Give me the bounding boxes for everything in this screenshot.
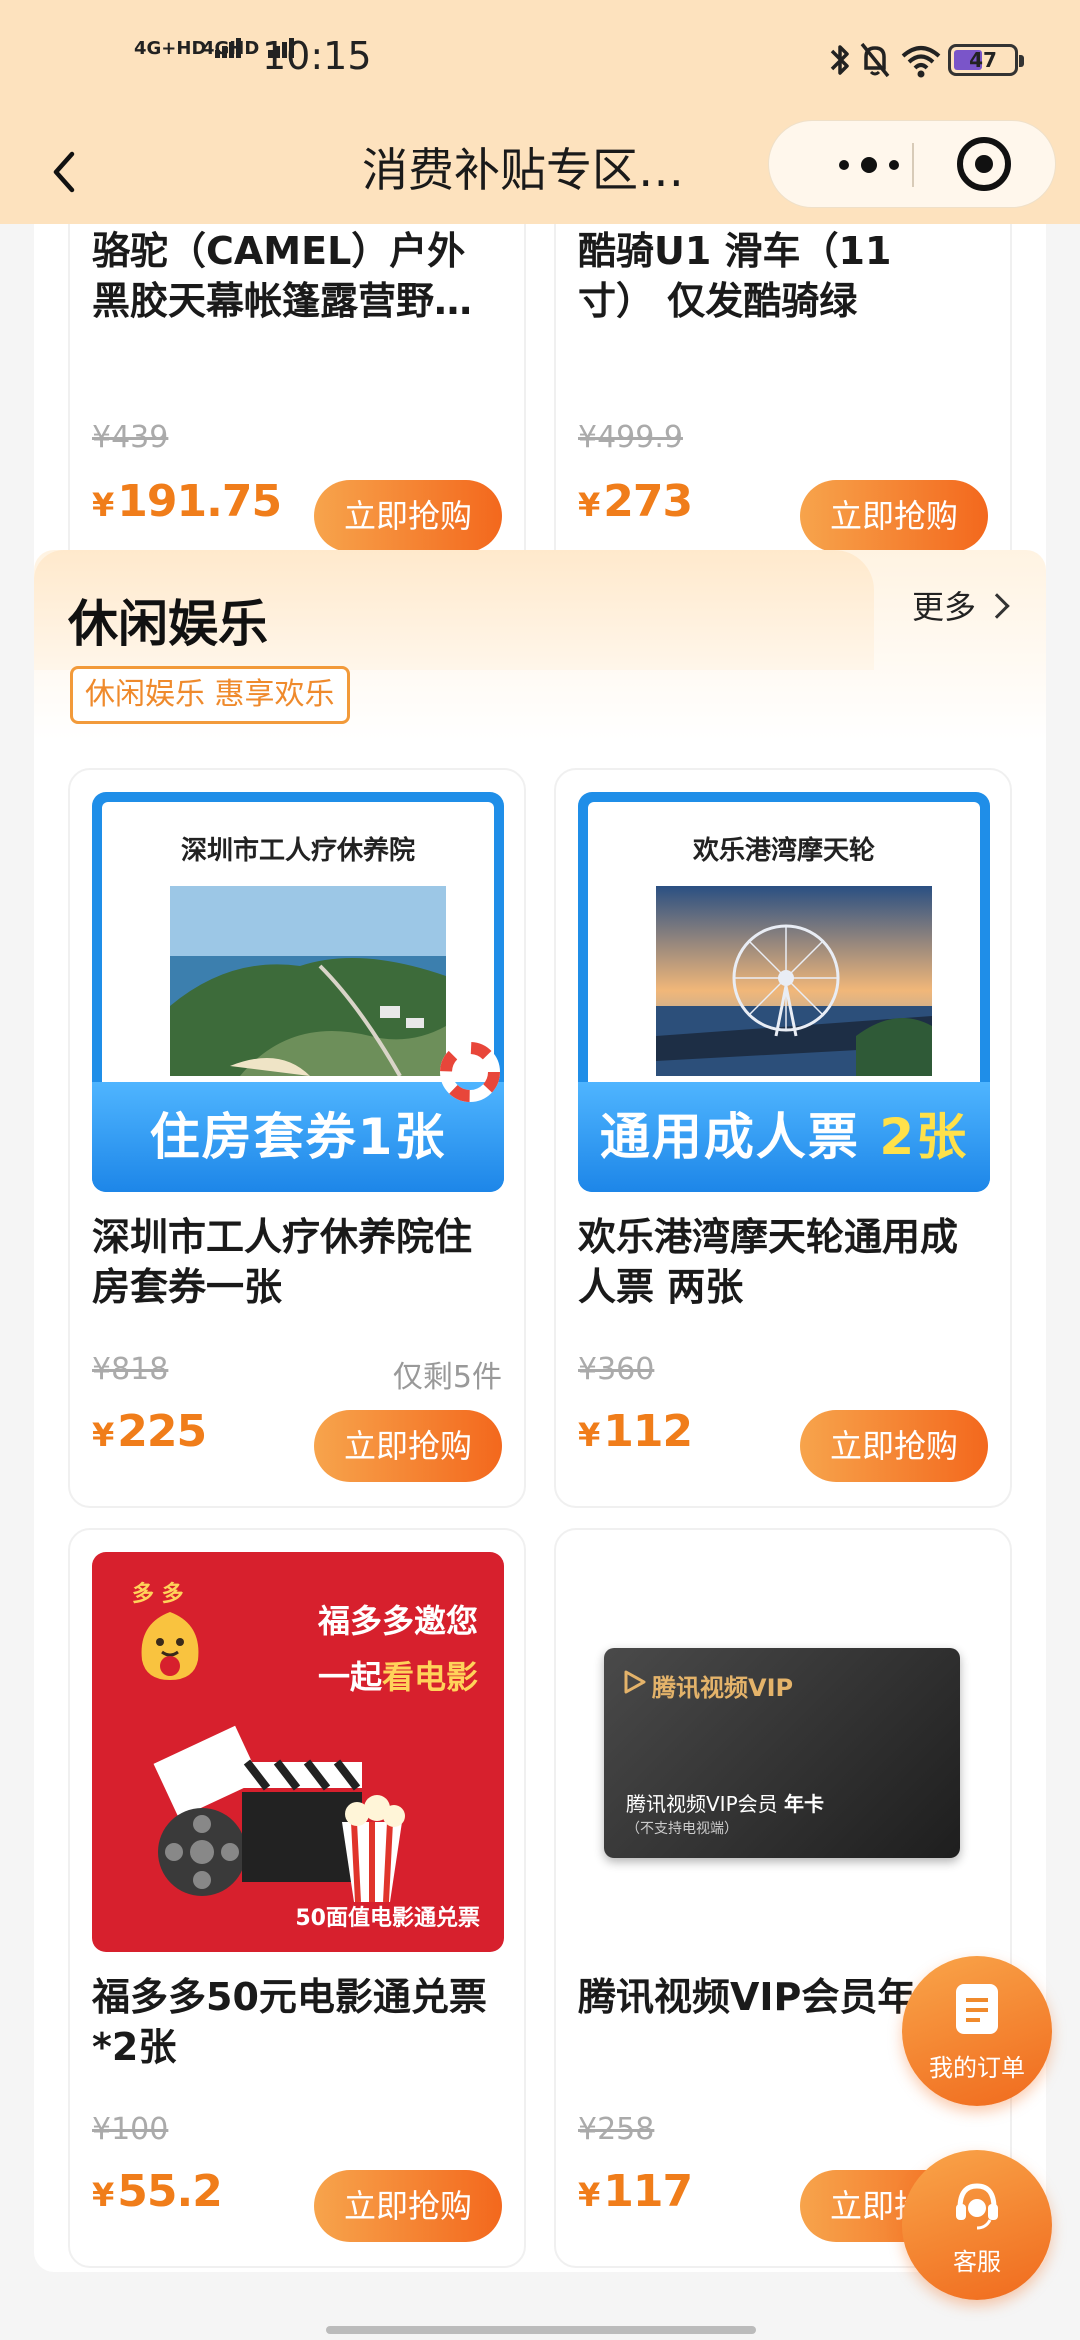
product-image[interactable]: 欢乐港湾摩天轮 通用成人票 2张 — [578, 792, 990, 1192]
mute-bell-icon — [860, 42, 890, 78]
product-name: 骆驼（CAMEL）户外 黑胶天幕帐篷露营野… — [92, 229, 473, 323]
original-price: ¥818 — [92, 1352, 169, 1387]
product-name: 欢乐港湾摩天轮通用成 人票 两张 — [578, 1215, 959, 1309]
sale-price: ¥117 — [578, 2166, 693, 2217]
more-menu-button[interactable] — [811, 121, 927, 209]
product-card[interactable]: 深圳市工人疗休养院 住房套券1张 深圳市工人疗休养院住 房套券一张 ¥818 仅… — [68, 768, 526, 1508]
status-bar: 4G+HD 4GHD 10:15 47 — [0, 0, 1080, 120]
product-name: 酷骑U1 滑车（11 寸） 仅发酷骑绿 — [578, 229, 892, 323]
play-logo-icon — [624, 1670, 646, 1694]
top-bar: 4G+HD 4GHD 10:15 47 消费补贴专区… — [0, 0, 1080, 224]
original-price: ¥100 — [92, 2112, 169, 2147]
customer-service-label: 客服 — [953, 2248, 1001, 2276]
sale-price: ¥55.2 — [92, 2166, 223, 2217]
buy-now-button[interactable]: 立即抢购 — [800, 1410, 988, 1482]
page-title: 消费补贴专区… — [362, 143, 684, 197]
dot-icon — [861, 157, 877, 173]
sale-price: ¥112 — [578, 1406, 693, 1457]
my-orders-button[interactable]: 我的订单 — [902, 1956, 1052, 2106]
sale-price: ¥191.75 — [92, 476, 282, 527]
sale-price: ¥273 — [578, 476, 693, 527]
customer-service-button[interactable]: 客服 — [902, 2150, 1052, 2300]
network-label-2: 4GHD — [202, 38, 260, 59]
more-link[interactable]: 更多 — [912, 582, 1010, 628]
product-image[interactable]: 腾讯视频VIP 腾讯视频VIP会员 年卡 （不支持电视端） — [578, 1552, 990, 1952]
image-frame: 欢乐港湾摩天轮 — [588, 802, 980, 1092]
buy-now-button[interactable]: 立即抢购 — [800, 480, 988, 552]
sale-price: ¥225 — [92, 1406, 207, 1457]
leisure-section: 休闲娱乐 更多 休闲娱乐 惠享欢乐 深圳市工人疗休养院 住房套券1张 深圳市工人… — [34, 550, 1046, 2272]
vip-card-title: 腾讯视频VIP会员 年卡 — [626, 1792, 824, 1816]
chevron-right-icon — [984, 593, 1010, 619]
home-indicator[interactable] — [326, 2326, 756, 2334]
vip-card-note: （不支持电视端） — [626, 1821, 738, 1837]
coastline-photo — [170, 886, 446, 1076]
image-frame: 深圳市工人疗休养院 — [102, 802, 494, 1092]
close-miniapp-button[interactable] — [941, 121, 1041, 209]
dot-icon — [839, 160, 849, 170]
vip-card-graphic: 腾讯视频VIP 腾讯视频VIP会员 年卡 （不支持电视端） — [604, 1648, 960, 1858]
mascot-icon — [141, 1612, 199, 1680]
bluetooth-icon — [830, 45, 849, 75]
back-arrow-icon[interactable] — [40, 142, 100, 202]
original-price: ¥439 — [92, 420, 169, 455]
image-line-1: 福多多邀您 — [317, 1602, 478, 1640]
original-price: ¥499.9 — [578, 420, 683, 455]
product-image[interactable]: 深圳市工人疗休养院 住房套券1张 — [92, 792, 504, 1192]
stock-remaining: 仅剩5件 — [392, 1360, 502, 1395]
nav-bar: 消费补贴专区… — [0, 120, 1080, 224]
clock: 10:15 — [262, 34, 372, 78]
section-title: 休闲娱乐 — [68, 595, 268, 653]
capsule-divider — [912, 143, 914, 187]
dot-icon — [889, 160, 899, 170]
image-caption: 深圳市工人疗休养院 — [180, 836, 415, 866]
miniapp-capsule — [768, 120, 1056, 208]
product-card[interactable]: 多 多 福多多邀您 一起看电影 50面值电影通兑票 福多多50元电影通兑票 *2… — [68, 1528, 526, 2268]
buy-now-button[interactable]: 立即抢购 — [314, 480, 502, 552]
wifi-icon — [901, 46, 941, 78]
image-caption: 欢乐港湾摩天轮 — [692, 836, 875, 866]
vip-brand: 腾讯视频VIP — [652, 1674, 794, 1702]
section-header: 休闲娱乐 更多 休闲娱乐 惠享欢乐 — [34, 550, 1046, 740]
movie-props-illustration — [153, 1725, 405, 1902]
battery-level: 47 — [969, 48, 997, 72]
ferris-wheel-photo — [656, 886, 932, 1076]
product-image[interactable]: 多 多 福多多邀您 一起看电影 50面值电影通兑票 — [92, 1552, 504, 1952]
product-card[interactable]: 欢乐港湾摩天轮 通用成人票 2张 欢乐港湾摩天轮通用成 人票 两张 ¥360 ¥… — [554, 768, 1012, 1508]
image-footer: 50面值电影通兑票 — [295, 1906, 480, 1931]
section-tag: 休闲娱乐 惠享欢乐 — [70, 666, 350, 724]
battery-icon: 47 — [948, 44, 1024, 76]
my-orders-label: 我的订单 — [929, 2054, 1025, 2082]
network-label-1: 4G+HD — [134, 38, 207, 59]
product-name: 福多多50元电影通兑票 *2张 — [92, 1975, 487, 2069]
original-price: ¥258 — [578, 2112, 655, 2147]
lifebuoy-icon — [440, 1042, 500, 1102]
product-name: 深圳市工人疗休养院住 房套券一张 — [92, 1215, 473, 1309]
order-list-icon — [956, 1984, 998, 2034]
original-price: ¥360 — [578, 1352, 655, 1387]
image-band: 通用成人票 2张 — [578, 1082, 990, 1192]
buy-now-button[interactable]: 立即抢购 — [314, 1410, 502, 1482]
buy-now-button[interactable]: 立即抢购 — [314, 2170, 502, 2242]
headset-icon — [956, 2183, 998, 2230]
image-line-2: 一起看电影 — [317, 1658, 478, 1696]
